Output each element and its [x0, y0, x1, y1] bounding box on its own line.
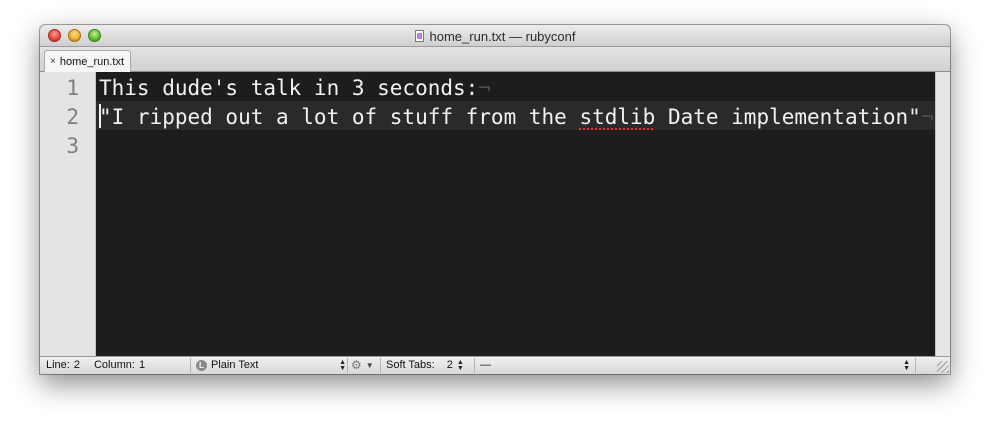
misspelled-word[interactable]: stdlib — [579, 105, 655, 129]
language-bundle-icon: L — [196, 360, 207, 371]
bundle-actions-menu[interactable]: ⚙ ▼ — [351, 357, 374, 374]
updown-arrows-icon: ▲ ▼ — [903, 358, 910, 372]
line-2-text-end: Date implementation" — [655, 105, 921, 129]
soft-tabs-label: Soft Tabs: — [386, 359, 435, 371]
line-number: 2 — [66, 105, 79, 129]
symbol-selector[interactable]: — ▲ ▼ — [480, 357, 910, 374]
code-line-1: This dude's talk in 3 seconds:¬ — [99, 74, 491, 103]
symbol-label: — — [480, 359, 491, 371]
updown-arrows-icon: ▲ ▼ — [456, 358, 464, 372]
line-number-gutter: 1 2 3 — [40, 72, 96, 356]
line-number: 1 — [66, 76, 79, 100]
soft-tabs-value: 2 — [446, 359, 453, 371]
tab-label: home_run.txt — [59, 55, 125, 68]
status-bar: Line: 2 Column: 1 L Plain Text ▲ ▼ ⚙ ▼ So… — [40, 356, 950, 374]
gear-icon: ⚙ — [351, 358, 362, 372]
tab-bar: × home_run.txt — [40, 47, 950, 72]
line-1-text: This dude's talk in 3 seconds: — [99, 76, 479, 100]
status-divider — [380, 358, 381, 373]
text-editor[interactable]: 1 2 3 This dude's talk in 3 seconds:¬ "I… — [40, 72, 935, 356]
code-line-2: "I ripped out a lot of stuff from the st… — [99, 103, 933, 132]
status-divider — [190, 358, 191, 373]
window-title: home_run.txt — rubyconf — [40, 25, 950, 47]
status-divider — [347, 358, 348, 373]
end-of-line-marker: ¬ — [920, 105, 934, 129]
updown-arrows-icon: ▲ ▼ — [339, 358, 346, 372]
soft-tabs-selector[interactable]: Soft Tabs: 2 ▲ ▼ — [386, 357, 464, 374]
line-label: Line: — [46, 359, 70, 371]
title-bar: home_run.txt — rubyconf — [40, 25, 950, 47]
vertical-scrollbar[interactable] — [935, 72, 950, 356]
chevron-down-icon: ▼ — [365, 361, 374, 370]
text-document-icon — [414, 30, 424, 42]
column-value: 1 — [138, 359, 146, 371]
line-number: 3 — [66, 134, 79, 158]
cursor-position[interactable]: Line: 2 Column: 1 — [46, 357, 145, 374]
line-value: 2 — [73, 359, 80, 371]
status-divider — [915, 358, 916, 373]
tab-home-run[interactable]: × home_run.txt — [44, 50, 132, 72]
editor-window: home_run.txt — rubyconf × home_run.txt 1… — [40, 25, 950, 374]
line-2-text-start: "I ripped out a lot of stuff from the — [99, 105, 580, 129]
language-label: Plain Text — [211, 359, 259, 371]
window-title-text: home_run.txt — rubyconf — [429, 28, 576, 44]
language-selector[interactable]: L Plain Text ▲ ▼ — [196, 357, 346, 374]
text-caret — [99, 104, 101, 128]
resize-grip-icon[interactable] — [937, 361, 949, 373]
end-of-line-marker: ¬ — [478, 76, 491, 100]
column-label: Column: — [93, 359, 135, 371]
status-divider — [474, 358, 475, 373]
tab-close-icon[interactable]: × — [50, 56, 56, 67]
